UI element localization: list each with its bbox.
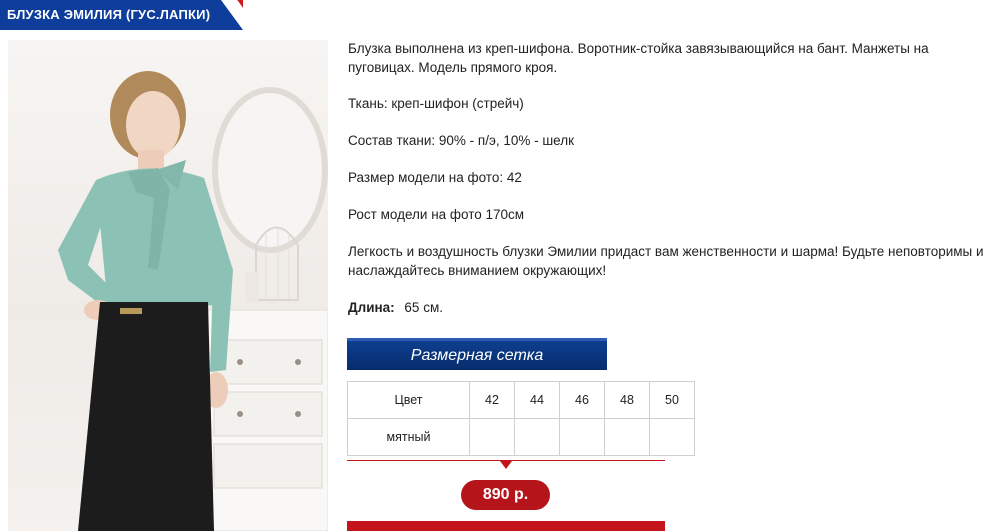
description-promo: Легкость и воздушность блузки Эмилии при… xyxy=(348,244,984,278)
price-value: 890 р. xyxy=(482,486,529,503)
size-chart-button[interactable]: Размерная сетка xyxy=(347,338,607,370)
description-composition: Состав ткани: 90% - п/э, 10% - шелк xyxy=(348,133,575,148)
price-badge: 890 р. xyxy=(461,480,550,510)
size-table-color-name: мятный xyxy=(347,418,470,456)
size-table-header-color: Цвет xyxy=(347,381,470,419)
size-table-header-size: 44 xyxy=(514,381,560,419)
size-table-header-size: 46 xyxy=(559,381,605,419)
description-model-height: Рост модели на фото 170см xyxy=(348,207,525,222)
table-row: мятный xyxy=(347,418,695,456)
product-photo[interactable] xyxy=(8,40,328,531)
description-intro: Блузка выполнена из креп-шифона. Воротни… xyxy=(348,41,929,75)
buy-button[interactable] xyxy=(347,521,665,531)
size-table-cell[interactable] xyxy=(469,418,515,456)
size-table-cell[interactable] xyxy=(604,418,650,456)
description-fabric: Ткань: креп-шифон (стрейч) xyxy=(348,96,524,111)
size-table-cell[interactable] xyxy=(559,418,605,456)
size-table-cell[interactable] xyxy=(514,418,560,456)
size-table: Цвет 42 44 46 48 50 мятный xyxy=(347,381,695,456)
length-label: Длина: xyxy=(348,300,395,315)
table-row: Цвет 42 44 46 48 50 xyxy=(347,381,695,419)
length-value: 65 см. xyxy=(404,300,443,315)
description-length: Длина: 65 см. xyxy=(348,299,988,318)
product-title: БЛУЗКА ЭМИЛИЯ (ГУС.ЛАПКИ) xyxy=(7,7,211,22)
product-title-tab: БЛУЗКА ЭМИЛИЯ (ГУС.ЛАПКИ) xyxy=(0,0,243,30)
size-table-cell[interactable] xyxy=(649,418,695,456)
model-illustration xyxy=(58,71,328,531)
size-table-header-size: 50 xyxy=(649,381,695,419)
size-chart-button-label: Размерная сетка xyxy=(410,346,544,364)
divider-arrow-icon xyxy=(500,461,512,469)
size-table-header-size: 42 xyxy=(469,381,515,419)
description-model-size: Размер модели на фото: 42 xyxy=(348,170,522,185)
size-table-header-size: 48 xyxy=(604,381,650,419)
